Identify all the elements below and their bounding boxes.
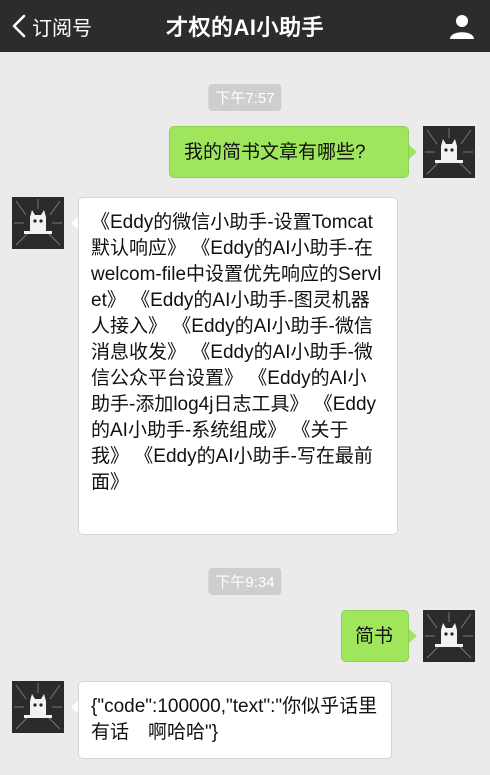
- cat-avatar: [423, 610, 475, 662]
- page-title: 才权的AI小助手: [165, 15, 324, 40]
- message-text: 《Eddy的微信小助手-设置Tomcat默认响应》 《Eddy的AI小助手-在w…: [91, 212, 382, 493]
- person-icon: [450, 15, 474, 39]
- profile-button[interactable]: [448, 12, 476, 40]
- back-label: 订阅号: [32, 17, 92, 40]
- avatar[interactable]: [12, 681, 64, 733]
- timestamp: 下午9:34: [208, 568, 282, 595]
- message-text: 我的简书文章有哪些?: [184, 142, 366, 163]
- cat-avatar: [12, 681, 64, 733]
- timestamp: 下午7:57: [208, 84, 282, 111]
- message-text: 简书: [355, 626, 394, 647]
- avatar[interactable]: [423, 610, 475, 662]
- outgoing-message[interactable]: 我的简书文章有哪些?: [169, 126, 409, 178]
- navigation-bar: 订阅号 才权的AI小助手: [0, 0, 490, 52]
- chat-area[interactable]: 下午7:57 我的简书文章有哪些? 《Eddy的微信小助手-设置Tomcat默认…: [0, 52, 490, 775]
- chevron-left-icon: [8, 14, 30, 38]
- cat-avatar: [423, 126, 475, 178]
- avatar[interactable]: [423, 126, 475, 178]
- incoming-message[interactable]: {"code":100000,"text":"你似乎话里有话 啊哈哈"}: [78, 681, 392, 759]
- avatar[interactable]: [12, 197, 64, 249]
- message-text: {"code":100000,"text":"你似乎话里有话 啊哈哈"}: [91, 696, 378, 743]
- bubble-tail: [409, 145, 417, 159]
- outgoing-message[interactable]: 简书: [341, 610, 409, 662]
- back-button[interactable]: 订阅号: [8, 0, 92, 52]
- incoming-message[interactable]: 《Eddy的微信小助手-设置Tomcat默认响应》 《Eddy的AI小助手-在w…: [78, 197, 398, 535]
- bubble-tail: [409, 629, 417, 643]
- cat-avatar: [12, 197, 64, 249]
